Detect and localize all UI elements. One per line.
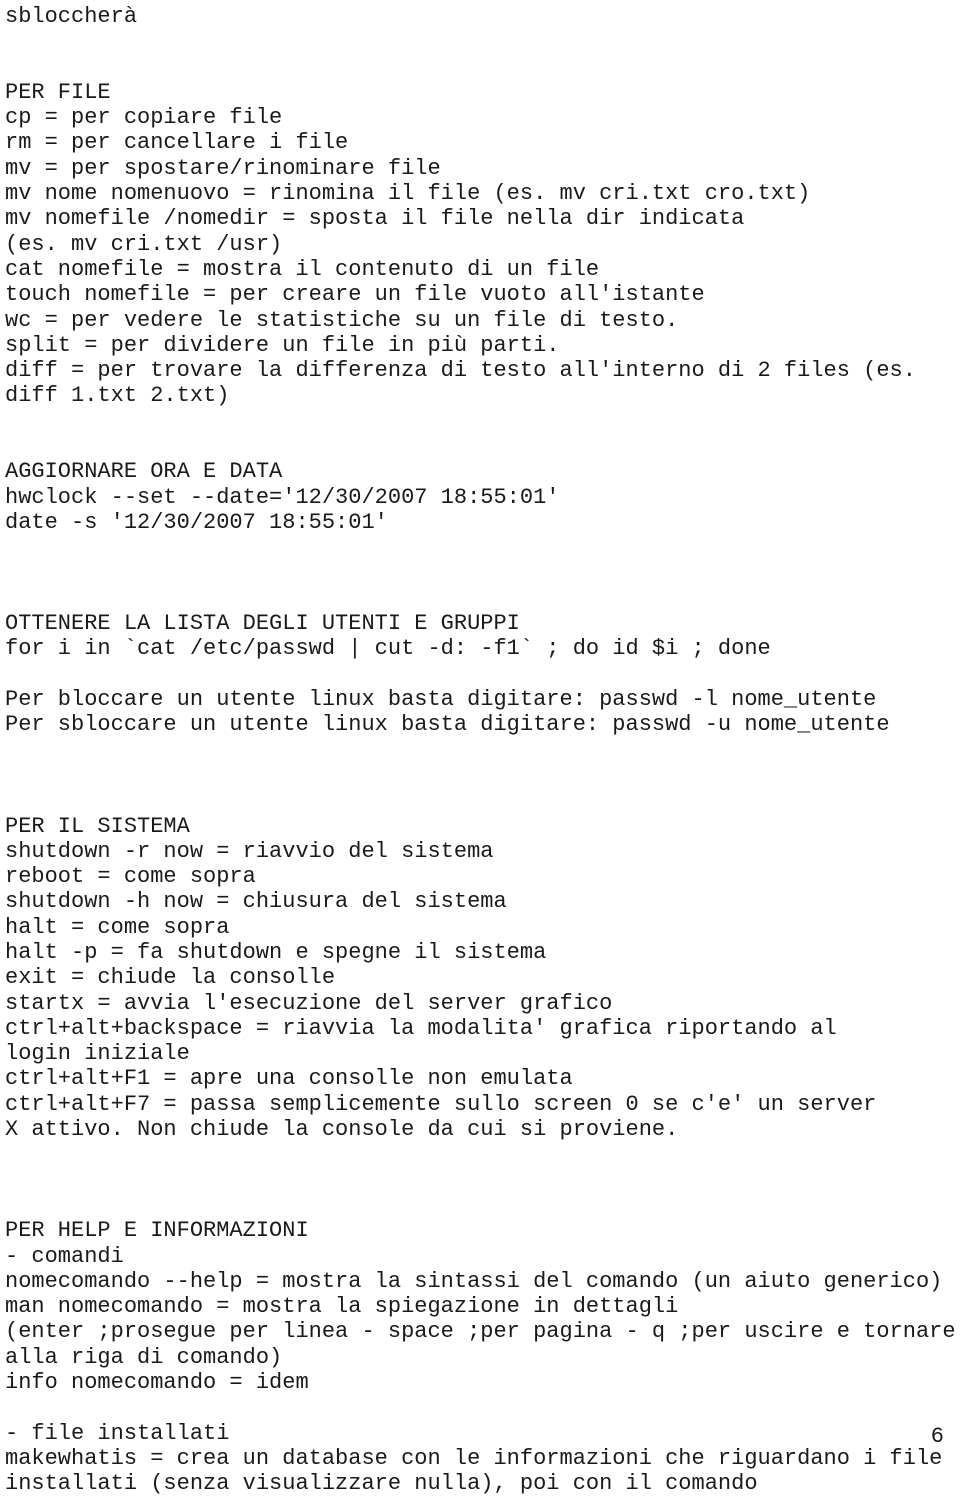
text-line: mv nomefile /nomedir = sposta il file ne… xyxy=(5,206,745,232)
text-line: login iniziale xyxy=(5,1041,190,1067)
text-line: AGGIORNARE ORA E DATA xyxy=(5,459,283,485)
text-line: PER IL SISTEMA xyxy=(5,813,190,839)
text-line: PER FILE xyxy=(5,79,111,105)
text-line: diff = per trovare la differenza di test… xyxy=(5,358,916,384)
text-line: makewhatis = crea un database con le inf… xyxy=(5,1445,943,1471)
text-line: reboot = come sopra xyxy=(5,864,256,890)
text-line: startx = avvia l'esecuzione del server g… xyxy=(5,990,613,1016)
text-line: touch nomefile = per creare un file vuot… xyxy=(5,282,705,308)
text-line: OTTENERE LA LISTA DEGLI UTENTI E GRUPPI xyxy=(5,611,520,637)
text-line: cp = per copiare file xyxy=(5,105,283,131)
page-number: 6 xyxy=(930,1424,944,1449)
text-line: X attivo. Non chiude la console da cui s… xyxy=(5,1117,679,1143)
text-line: mv = per spostare/rinominare file xyxy=(5,155,441,181)
document-text-body: sbloccherà PER FILE cp = per copiare file… xyxy=(5,4,960,1497)
text-line: ctrl+alt+F7 = passa semplicemente sullo … xyxy=(5,1091,877,1117)
text-line: wc = per vedere le statistiche su un fil… xyxy=(5,307,679,333)
text-line: shutdown -h now = chiusura del sistema xyxy=(5,889,507,915)
text-line: halt = come sopra xyxy=(5,914,230,940)
text-line: ctrl+alt+backspace = riavvia la modalita… xyxy=(5,1015,837,1041)
text-line: split = per dividere un file in più part… xyxy=(5,332,560,358)
text-line: ctrl+alt+F1 = apre una consolle non emul… xyxy=(5,1066,573,1092)
text-line: exit = chiude la consolle xyxy=(5,965,336,991)
text-line: - file installati xyxy=(5,1420,230,1446)
text-line: - comandi xyxy=(5,1243,124,1269)
text-line: date -s '12/30/2007 18:55:01' xyxy=(5,509,388,535)
text-line: for i in `cat /etc/passwd | cut -d: -f1`… xyxy=(5,636,771,662)
text-line: Per sbloccare un utente linux basta digi… xyxy=(5,712,890,738)
text-line: diff 1.txt 2.txt) xyxy=(5,383,230,409)
text-line: rm = per cancellare i file xyxy=(5,130,349,156)
text-line: (enter ;prosegue per linea - space ;per … xyxy=(5,1319,956,1345)
text-line: mv nome nomenuovo = rinomina il file (es… xyxy=(5,181,811,207)
text-line: Per bloccare un utente linux basta digit… xyxy=(5,687,877,713)
text-line: alla riga di comando) xyxy=(5,1344,283,1370)
text-line: shutdown -r now = riavvio del sistema xyxy=(5,838,494,864)
text-line: info nomecomando = idem xyxy=(5,1370,309,1396)
text-line: installati (senza visualizzare nulla), p… xyxy=(5,1471,758,1497)
document-page: sbloccherà PER FILE cp = per copiare file… xyxy=(0,0,960,1496)
text-line: hwclock --set --date='12/30/2007 18:55:0… xyxy=(5,484,560,510)
text-line: halt -p = fa shutdown e spegne il sistem… xyxy=(5,939,547,965)
text-line: man nomecomando = mostra la spiegazione … xyxy=(5,1294,679,1320)
text-line: PER HELP E INFORMAZIONI xyxy=(5,1218,309,1244)
text-line: cat nomefile = mostra il contenuto di un… xyxy=(5,256,600,282)
text-line: nomecomando --help = mostra la sintassi … xyxy=(5,1268,943,1294)
text-line: sbloccherà xyxy=(5,4,138,29)
text-line: (es. mv cri.txt /usr) xyxy=(5,231,283,257)
